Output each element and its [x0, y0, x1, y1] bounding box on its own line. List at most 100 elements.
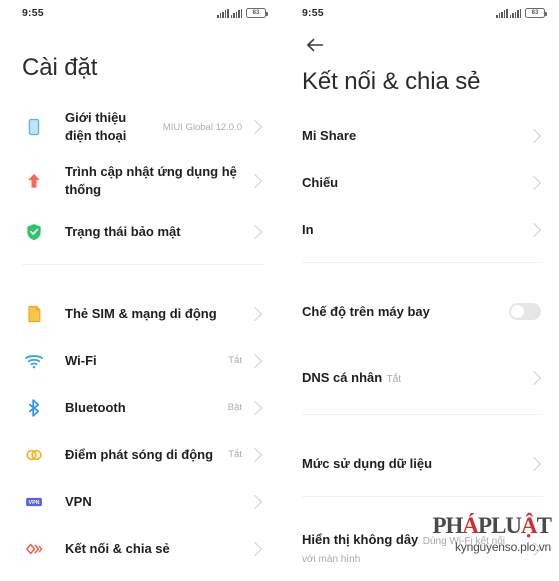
phone-icon [22, 115, 46, 139]
list-divider [302, 496, 543, 497]
chevron-right-icon [526, 456, 542, 471]
settings-item-wifi-text: Wi-Fi [65, 352, 228, 370]
settings-item-label: Kết nối & chia sẻ [65, 540, 170, 556]
toggle-knob [511, 305, 524, 318]
connection-item-label: Mi Share [302, 127, 357, 143]
svg-text:VPN: VPN [29, 499, 40, 505]
settings-item-bluetooth-text: Bluetooth [65, 399, 228, 417]
connection-item-print[interactable]: In [280, 206, 559, 253]
chevron-right-icon [247, 173, 263, 189]
settings-item-value: Tắt [228, 449, 242, 460]
back-arrow-icon[interactable] [302, 32, 328, 58]
connection-item-label: Chiếu [302, 174, 339, 190]
sim-card-icon [22, 302, 46, 326]
settings-list-group-2: Thẻ SIM & mạng di động Wi-Fi Tắt Bluetoo… [0, 290, 280, 572]
connection-item-print-text: In [302, 221, 529, 239]
shield-check-icon [22, 220, 46, 244]
settings-item-system-app-updater-text: Trình cập nhật ứng dụng hệ thống [65, 163, 250, 199]
settings-item-label: Thẻ SIM & mạng di động [65, 305, 217, 321]
settings-item-connection-sharing-text: Kết nối & chia sẻ [65, 540, 250, 558]
status-icons: 83 [217, 8, 268, 18]
settings-list-group-1: Giới thiệu điện thoại MIUI Global 12.0.0… [0, 100, 280, 255]
settings-item-sim-mobile-network[interactable]: Thẻ SIM & mạng di động [0, 290, 280, 337]
connection-item-mi-share[interactable]: Mi Share [280, 112, 559, 159]
list-divider [302, 262, 543, 263]
battery-icon: 83 [525, 8, 547, 18]
signal-bars-icon [496, 8, 521, 18]
settings-item-value: MIUI Global 12.0.0 [162, 121, 242, 133]
dual-screenshot-container: 9:55 83 Cài đặt Giới thiệu điện thoại MI… [0, 0, 559, 581]
connection-item-label: Mức sử dụng dữ liệu [302, 455, 433, 471]
settings-item-wifi[interactable]: Wi-Fi Tắt [0, 337, 280, 384]
chevron-right-icon [247, 447, 263, 462]
connection-item-data-usage-text: Mức sử dụng dữ liệu [302, 455, 529, 473]
chevron-right-icon [247, 119, 263, 135]
settings-item-label: Wi-Fi [65, 352, 97, 368]
settings-item-vpn-text: VPN [65, 493, 250, 511]
settings-item-label: Điểm phát sóng di động [65, 446, 214, 462]
settings-item-mobile-hotspot[interactable]: Điểm phát sóng di động Tắt [0, 431, 280, 478]
back-bar [280, 26, 559, 64]
battery-level: 83 [531, 10, 539, 16]
list-divider [22, 264, 264, 265]
chevron-right-icon [526, 128, 542, 143]
connection-item-label: Hiển thị không dây [302, 532, 419, 547]
airplane-mode-toggle[interactable] [509, 303, 541, 320]
chevron-right-icon [247, 494, 263, 509]
chevron-right-icon [247, 353, 263, 368]
page-title: Kết nối & chia sẻ [302, 68, 481, 95]
chevron-right-icon [526, 222, 542, 237]
chevron-right-icon [526, 370, 542, 386]
connection-item-private-dns-text: DNS cá nhân Tắt [302, 369, 529, 387]
settings-item-about-phone-text: Giới thiệu điện thoại [65, 109, 163, 145]
chevron-right-icon [247, 541, 263, 556]
connection-item-mi-share-text: Mi Share [302, 127, 529, 145]
settings-item-mobile-hotspot-text: Điểm phát sóng di động [65, 446, 228, 464]
chevron-right-icon [526, 541, 542, 557]
connection-item-private-dns[interactable]: DNS cá nhân Tắt [280, 351, 559, 405]
settings-item-vpn[interactable]: VPN VPN [0, 478, 280, 525]
settings-item-label: Giới thiệu điện thoại [65, 110, 127, 143]
settings-item-value: Bật [227, 402, 242, 413]
bluetooth-icon [22, 396, 46, 420]
connection-item-wireless-display[interactable]: Hiển thị không dây Dùng Wi-Fi kết nối vớ… [280, 522, 559, 576]
settings-item-label: VPN [65, 493, 92, 509]
battery-icon: 83 [246, 8, 268, 18]
settings-item-system-app-updater[interactable]: Trình cập nhật ứng dụng hệ thống [0, 154, 280, 208]
connection-item-label: DNS cá nhân [302, 370, 383, 385]
status-bar-right: 9:55 83 [280, 0, 559, 26]
settings-item-about-phone[interactable]: Giới thiệu điện thoại MIUI Global 12.0.0 [0, 100, 280, 154]
page-title: Cài đặt [22, 54, 98, 81]
status-time: 9:55 [302, 7, 324, 19]
list-divider [302, 414, 543, 415]
settings-screen: 9:55 83 Cài đặt Giới thiệu điện thoại MI… [0, 0, 280, 581]
connection-item-data-usage[interactable]: Mức sử dụng dữ liệu [280, 440, 559, 487]
hotspot-icon [22, 443, 46, 467]
settings-item-value: Tắt [228, 355, 242, 366]
connection-item-airplane-mode-text: Chế độ trên máy bay [302, 303, 509, 321]
chevron-right-icon [247, 224, 263, 239]
connection-item-airplane-mode[interactable]: Chế độ trên máy bay [280, 288, 559, 335]
connection-item-wireless-display-text: Hiển thị không dây Dùng Wi-Fi kết nối vớ… [302, 531, 529, 567]
status-bar-left: 9:55 83 [0, 0, 280, 26]
battery-level: 83 [252, 10, 260, 16]
settings-item-label: Bluetooth [65, 399, 126, 415]
chevron-right-icon [247, 306, 263, 321]
connection-list-group-1: Mi Share Chiếu In [280, 112, 559, 253]
chevron-right-icon [247, 400, 263, 415]
connection-item-cast[interactable]: Chiếu [280, 159, 559, 206]
connection-item-label: In [302, 221, 314, 237]
chevron-right-icon [526, 175, 542, 190]
connection-item-label: Chế độ trên máy bay [302, 303, 430, 319]
settings-item-security-status[interactable]: Trạng thái bảo mật [0, 208, 280, 255]
connection-sharing-screen: 9:55 83 Kết nối & chia sẻ Mi Share Chiếu… [280, 0, 559, 581]
settings-item-security-status-text: Trạng thái bảo mật [65, 223, 250, 241]
share-connect-icon [22, 537, 46, 561]
status-time: 9:55 [22, 7, 44, 19]
settings-item-bluetooth[interactable]: Bluetooth Bật [0, 384, 280, 431]
wifi-icon [22, 349, 46, 373]
settings-item-connection-sharing[interactable]: Kết nối & chia sẻ [0, 525, 280, 572]
